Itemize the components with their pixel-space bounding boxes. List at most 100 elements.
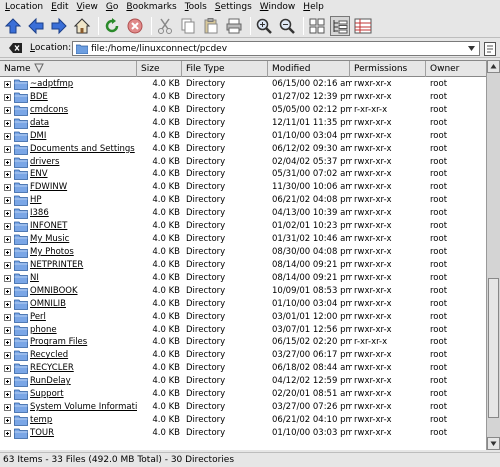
- up-arrow-icon[interactable]: [3, 16, 23, 36]
- expand-icon[interactable]: [4, 106, 11, 114]
- file-name[interactable]: OMNIBOOK: [30, 285, 78, 298]
- file-row[interactable]: cmdcons 4.0 KB Directory 05/05/00 02:12 pm r…: [0, 104, 486, 117]
- file-name[interactable]: HP: [30, 194, 42, 207]
- file-row[interactable]: temp 4.0 KB Directory 06/21/02 04:10 pm rwxr…: [0, 414, 486, 427]
- file-name[interactable]: temp: [30, 414, 52, 427]
- expand-icon[interactable]: [4, 365, 11, 373]
- file-name[interactable]: ~adptfmp: [30, 78, 73, 91]
- expand-icon[interactable]: [4, 93, 11, 101]
- expand-icon[interactable]: [4, 210, 11, 218]
- file-name[interactable]: TOUR: [30, 427, 54, 440]
- location-input[interactable]: [91, 43, 461, 54]
- file-row[interactable]: RunDelay 4.0 KB Directory 04/12/02 12:59 pm…: [0, 375, 486, 388]
- expand-icon[interactable]: [4, 416, 11, 424]
- file-name[interactable]: RECYCLER: [30, 362, 74, 375]
- column-size[interactable]: Size: [137, 61, 182, 77]
- file-name[interactable]: BDE: [30, 91, 48, 104]
- location-field[interactable]: [72, 41, 480, 56]
- file-row[interactable]: Perl 4.0 KB Directory 03/01/01 12:00 pm rwxr…: [0, 311, 486, 324]
- paste-icon[interactable]: [201, 16, 221, 36]
- tree-view-icon[interactable]: [330, 15, 350, 36]
- menu-window[interactable]: Window: [255, 0, 299, 14]
- file-name[interactable]: DMI: [30, 130, 46, 143]
- expand-icon[interactable]: [4, 119, 11, 127]
- scroll-up-icon[interactable]: [487, 60, 500, 73]
- file-row[interactable]: System Volume Information 4.0 KB Directory…: [0, 401, 486, 414]
- expand-icon[interactable]: [4, 287, 11, 295]
- file-row[interactable]: My Photos 4.0 KB Directory 08/30/00 04:08 p…: [0, 246, 486, 259]
- expand-icon[interactable]: [4, 404, 11, 412]
- chevron-down-icon[interactable]: [466, 43, 477, 54]
- reload-icon[interactable]: [102, 16, 122, 36]
- print-icon[interactable]: [224, 16, 244, 36]
- zoom-out-icon[interactable]: [277, 16, 297, 36]
- file-name[interactable]: Program Files: [30, 336, 87, 349]
- expand-icon[interactable]: [4, 300, 11, 308]
- file-row[interactable]: ~adptfmp 4.0 KB Directory 06/15/00 02:16 am…: [0, 78, 486, 91]
- copy-icon[interactable]: [178, 16, 198, 36]
- file-row[interactable]: drivers 4.0 KB Directory 02/04/02 05:37 pm r…: [0, 156, 486, 169]
- file-name[interactable]: FDWINW: [30, 181, 67, 194]
- column-file-type[interactable]: File Type: [182, 61, 268, 77]
- file-name[interactable]: cmdcons: [30, 104, 68, 117]
- file-name[interactable]: ENV: [30, 168, 48, 181]
- expand-icon[interactable]: [4, 132, 11, 140]
- file-name[interactable]: INFONET: [30, 220, 67, 233]
- file-row[interactable]: NI 4.0 KB Directory 08/14/00 09:21 pm rwxr-x…: [0, 272, 486, 285]
- file-row[interactable]: OMNIBOOK 4.0 KB Directory 10/09/01 08:53 pm…: [0, 285, 486, 298]
- column-modified[interactable]: Modified: [268, 61, 350, 77]
- file-name[interactable]: RunDelay: [30, 375, 71, 388]
- vertical-scrollbar[interactable]: [486, 60, 500, 450]
- file-row[interactable]: DMI 4.0 KB Directory 01/10/00 03:04 pm rwxr-…: [0, 130, 486, 143]
- icon-view-icon[interactable]: [307, 16, 327, 36]
- file-name[interactable]: Perl: [30, 311, 46, 324]
- file-name[interactable]: Documents and Settings: [30, 143, 135, 156]
- file-row[interactable]: data 4.0 KB Directory 12/11/01 11:35 pm rwxr…: [0, 117, 486, 130]
- menu-location[interactable]: Location: [0, 0, 46, 14]
- expand-icon[interactable]: [4, 326, 11, 334]
- menu-help[interactable]: Help: [298, 0, 327, 14]
- home-icon[interactable]: [72, 16, 92, 36]
- file-row[interactable]: Support 4.0 KB Directory 02/20/01 08:51 am r…: [0, 388, 486, 401]
- file-row[interactable]: FDWINW 4.0 KB Directory 11/30/00 10:06 am rw…: [0, 181, 486, 194]
- file-row[interactable]: INFONET 4.0 KB Directory 01/02/01 10:23 pm r…: [0, 220, 486, 233]
- file-row[interactable]: BDE 4.0 KB Directory 01/27/02 12:39 pm rwxr-…: [0, 91, 486, 104]
- file-row[interactable]: HP 4.0 KB Directory 06/21/02 04:08 pm rwxr-x…: [0, 194, 486, 207]
- menu-tools[interactable]: Tools: [180, 0, 210, 14]
- scroll-thumb[interactable]: [488, 278, 499, 418]
- expand-icon[interactable]: [4, 145, 11, 153]
- expand-icon[interactable]: [4, 223, 11, 231]
- forward-arrow-icon[interactable]: [49, 16, 69, 36]
- file-row[interactable]: I386 4.0 KB Directory 04/13/00 10:39 am rwxr…: [0, 207, 486, 220]
- menu-view[interactable]: View: [72, 0, 101, 14]
- expand-icon[interactable]: [4, 378, 11, 386]
- expand-icon[interactable]: [4, 391, 11, 399]
- zoom-in-icon[interactable]: [254, 16, 274, 36]
- menu-go[interactable]: Go: [101, 0, 122, 14]
- column-name[interactable]: Name: [0, 61, 137, 77]
- file-row[interactable]: Program Files 4.0 KB Directory 06/15/02 02:…: [0, 336, 486, 349]
- expand-icon[interactable]: [4, 274, 11, 282]
- detailed-view-icon[interactable]: [353, 16, 373, 36]
- back-arrow-icon[interactable]: [26, 16, 46, 36]
- file-row[interactable]: RECYCLER 4.0 KB Directory 06/18/02 08:44 am…: [0, 362, 486, 375]
- scroll-down-icon[interactable]: [487, 437, 500, 450]
- file-name[interactable]: data: [30, 117, 49, 130]
- expand-icon[interactable]: [4, 352, 11, 360]
- expand-icon[interactable]: [4, 261, 11, 269]
- expand-icon[interactable]: [4, 313, 11, 321]
- file-name[interactable]: Recycled: [30, 349, 68, 362]
- expand-icon[interactable]: [4, 248, 11, 256]
- expand-icon[interactable]: [4, 236, 11, 244]
- file-name[interactable]: phone: [30, 324, 57, 337]
- file-row[interactable]: Recycled 4.0 KB Directory 03/27/00 06:17 pm…: [0, 349, 486, 362]
- expand-icon[interactable]: [4, 158, 11, 166]
- file-name[interactable]: drivers: [30, 156, 59, 169]
- file-row[interactable]: Documents and Settings 4.0 KB Directory 06/…: [0, 143, 486, 156]
- file-row[interactable]: TOUR 4.0 KB Directory 01/10/00 03:03 pm rwxr…: [0, 427, 486, 440]
- expand-icon[interactable]: [4, 81, 11, 88]
- stop-icon[interactable]: [125, 16, 145, 36]
- file-name[interactable]: My Photos: [30, 246, 74, 259]
- file-row[interactable]: OMNILIB 4.0 KB Directory 01/10/00 03:04 pm r…: [0, 298, 486, 311]
- file-row[interactable]: ENV 4.0 KB Directory 05/31/00 07:02 am rwxr-…: [0, 168, 486, 181]
